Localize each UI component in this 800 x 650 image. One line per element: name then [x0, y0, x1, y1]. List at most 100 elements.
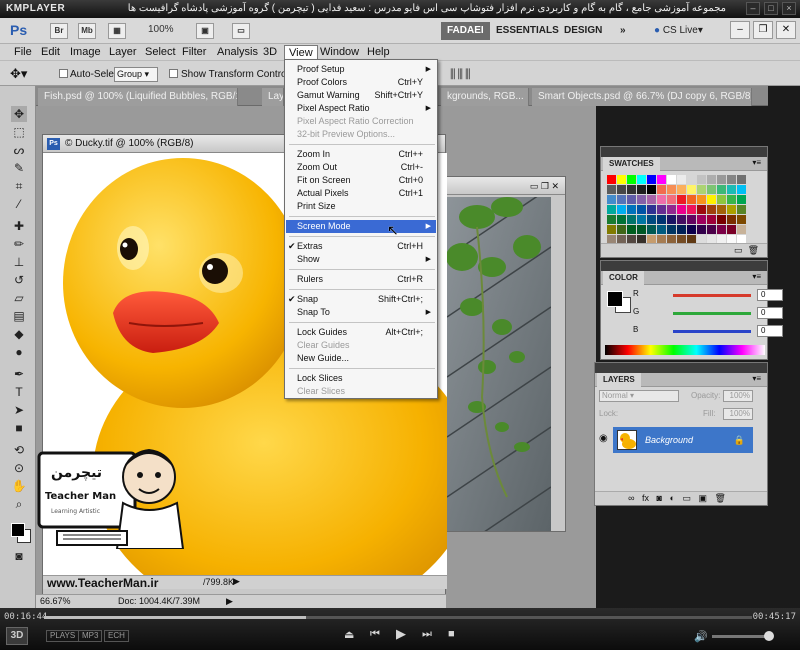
swatch-cell[interactable] [647, 185, 656, 194]
color-panel-menu-icon[interactable]: ▾≡ [752, 272, 761, 281]
type-tool-icon[interactable]: T [11, 384, 27, 400]
swatch-cell[interactable] [727, 195, 736, 204]
bridge-button[interactable]: Br [50, 23, 68, 39]
player-badge-ech[interactable]: ECH [104, 630, 129, 642]
layers-panel-grip[interactable] [595, 363, 767, 373]
swatch-cell[interactable] [637, 205, 646, 214]
align-icons[interactable]: ⫼⫼⫼ [450, 67, 473, 82]
view-menu-item[interactable]: Proof Colors Ctrl+Y [286, 76, 436, 89]
layer-row-background[interactable]: Background 🔒 [613, 427, 753, 453]
swatch-cell[interactable] [657, 195, 666, 204]
swatch-cell[interactable] [617, 195, 626, 204]
tab-swatches[interactable]: SWATCHES [603, 157, 660, 171]
ducky-hscroll[interactable]: www.TeacherMan.ir /799.8K ▶ [43, 575, 447, 590]
vines-window-controls-icon[interactable]: ▭ ❐ ✕ [530, 177, 559, 195]
zoom-level[interactable]: 100% [148, 24, 174, 35]
swatch-cell[interactable] [697, 175, 706, 184]
status-zoom[interactable]: 66.67% [40, 596, 71, 606]
guides-icon[interactable]: ▦ [108, 23, 126, 39]
panel-menu-icon[interactable]: ▾≡ [752, 158, 761, 167]
swatch-cell[interactable] [677, 175, 686, 184]
swatch-cell[interactable] [727, 175, 736, 184]
app-minimize-icon[interactable]: – [730, 21, 750, 39]
view-menu-item[interactable]: New Guide... [286, 352, 436, 365]
shape-tool-icon[interactable]: ■ [11, 420, 27, 436]
color-fg-swatch[interactable] [607, 291, 623, 307]
screen-mode-icon[interactable]: ▭ [232, 23, 250, 39]
player-seek-bar[interactable] [44, 616, 752, 619]
swatch-cell[interactable] [717, 215, 726, 224]
view-menu-item[interactable]: Snap To ▶ [286, 306, 436, 319]
swatch-cell[interactable] [707, 175, 716, 184]
move-tool-icon[interactable]: ✥▾ [10, 66, 27, 82]
healing-brush-tool-icon[interactable]: ✚ [11, 218, 27, 234]
swatch-cell[interactable] [627, 225, 636, 234]
swatch-cell[interactable] [667, 205, 676, 214]
swatch-cell[interactable] [647, 195, 656, 204]
menu-help[interactable]: Help [363, 45, 394, 59]
quick-select-tool-icon[interactable]: ✎ [11, 160, 27, 176]
menu-3d[interactable]: 3D [259, 45, 281, 59]
channel-b-slider[interactable] [673, 330, 751, 333]
view-menu-item[interactable]: ✔ Extras Ctrl+H [286, 240, 436, 253]
swatch-cell[interactable] [707, 205, 716, 214]
swatch-cell[interactable] [727, 215, 736, 224]
channel-r-slider[interactable] [673, 294, 751, 297]
player-badge-plays[interactable]: PLAYS [46, 630, 80, 642]
swatch-cell[interactable] [627, 195, 636, 204]
adjustment-layer-icon[interactable]: ◐ [669, 493, 674, 503]
swatch-cell[interactable] [647, 205, 656, 214]
tab-fish[interactable]: Fish.psd @ 100% (Liquified Bubbles, RGB/… [38, 88, 238, 106]
swatch-cell[interactable] [607, 205, 616, 214]
vines-canvas[interactable] [447, 197, 551, 531]
layers-panel-menu-icon[interactable]: ▾≡ [752, 374, 761, 383]
app-close-icon[interactable]: ✕ [776, 21, 796, 39]
swatch-cell[interactable] [617, 205, 626, 214]
swatch-cell[interactable] [667, 225, 676, 234]
workspace-fadaei[interactable]: FADAEI [441, 22, 490, 40]
swatch-cell[interactable] [677, 225, 686, 234]
swatch-cell[interactable] [737, 195, 746, 204]
swatch-cell[interactable] [737, 215, 746, 224]
swatch-cell[interactable] [657, 185, 666, 194]
color-spectrum-bar[interactable] [605, 345, 765, 355]
swatch-cell[interactable] [697, 195, 706, 204]
delete-swatch-icon[interactable]: 🗑 [748, 245, 759, 255]
view-menu-item[interactable]: Pixel Aspect Ratio ▶ [286, 102, 436, 115]
tab-layers-doc[interactable]: Lay [262, 88, 284, 106]
history-brush-tool-icon[interactable]: ↺ [11, 272, 27, 288]
swatch-cell[interactable] [637, 185, 646, 194]
player-3d-button[interactable]: 3D [6, 627, 28, 645]
swatch-cell[interactable] [667, 185, 676, 194]
swatch-cell[interactable] [667, 195, 676, 204]
swatch-cell[interactable] [607, 185, 616, 194]
player-minimize-icon[interactable]: – [746, 2, 760, 15]
new-swatch-icon[interactable]: ▭ [734, 245, 743, 255]
player-volume-knob[interactable] [764, 631, 774, 641]
swatch-cell[interactable] [627, 185, 636, 194]
tab-color[interactable]: COLOR [603, 271, 644, 285]
swatch-cell[interactable] [607, 175, 616, 184]
swatch-cell[interactable] [607, 195, 616, 204]
clone-stamp-tool-icon[interactable]: ⊥ [11, 254, 27, 270]
menu-select[interactable]: Select [141, 45, 180, 59]
view-menu-item[interactable]: Fit on Screen Ctrl+0 [286, 174, 436, 187]
view-menu-item[interactable]: Proof Setup ▶ [286, 63, 436, 76]
view-menu-item[interactable]: ✔ Snap Shift+Ctrl+; [286, 293, 436, 306]
layer-style-icon[interactable]: fx [642, 493, 649, 503]
view-menu-item[interactable]: Zoom In Ctrl++ [286, 148, 436, 161]
show-transform-checkbox[interactable] [169, 69, 178, 78]
swatch-cell[interactable] [667, 215, 676, 224]
swatch-cell[interactable] [697, 225, 706, 234]
swatch-cell[interactable] [647, 215, 656, 224]
swatch-cell[interactable] [727, 205, 736, 214]
arrange-documents-icon[interactable]: ▣ [196, 23, 214, 39]
swatch-cell[interactable] [727, 185, 736, 194]
view-menu-item[interactable]: Actual Pixels Ctrl+1 [286, 187, 436, 200]
swatch-cell[interactable] [707, 185, 716, 194]
swatch-cell[interactable] [727, 225, 736, 234]
view-menu-item[interactable]: Gamut Warning Shift+Ctrl+Y [286, 89, 436, 102]
swatch-cell[interactable] [717, 205, 726, 214]
player-close-icon[interactable]: × [782, 2, 796, 15]
layer-mask-icon[interactable]: ◙ [657, 493, 662, 503]
